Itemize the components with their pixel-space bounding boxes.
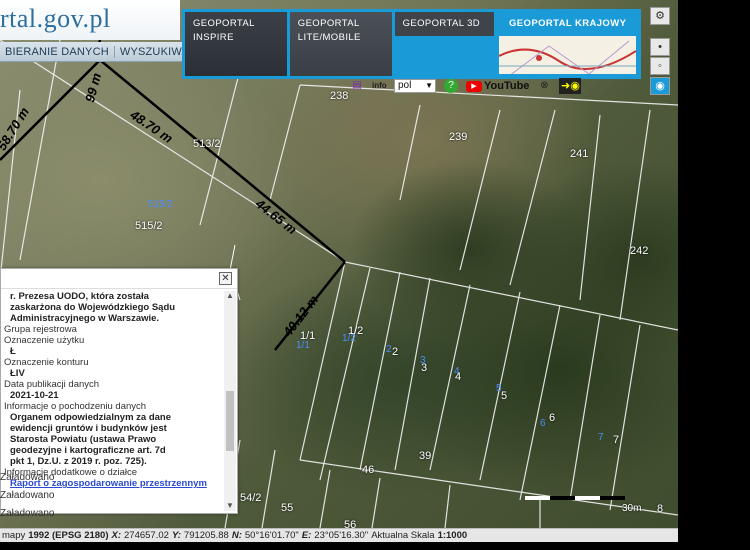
- tab-label: GEOPORTAL 3D: [402, 18, 481, 29]
- popup-line: Ł: [10, 346, 16, 357]
- parcel-number-blue: 5: [496, 383, 502, 394]
- print-icon[interactable]: ▤: [350, 79, 364, 93]
- parcel-number: 39: [419, 450, 432, 462]
- tab-geoportal-lite[interactable]: GEOPORTAL LITE/MOBILE: [289, 12, 392, 76]
- status-prefix: mapy: [2, 530, 26, 541]
- right-panel: [678, 0, 750, 550]
- status-bar: mapy 1992 (EPSG 2180) X: 274657.02 Y: 79…: [0, 528, 678, 542]
- popup-line: ewidencji gruntów i budynków jest: [10, 423, 167, 434]
- minimap-thumbnail: [499, 36, 636, 74]
- parcel-number: 239: [449, 131, 468, 143]
- tab-label: GEOPORTAL: [297, 18, 360, 29]
- loading-status: Załadowano: [0, 490, 55, 501]
- zoom-dot-icon[interactable]: •: [650, 38, 670, 56]
- language-value: pol: [398, 80, 412, 91]
- status-crs: 1992 (EPSG 2180): [28, 530, 109, 541]
- parcel-number: 8: [657, 503, 664, 515]
- youtube-play-icon: ▶: [466, 80, 482, 92]
- scale-label: Aktualna Skala: [371, 530, 435, 541]
- tab-label: LITE/MOBILE: [297, 32, 361, 43]
- parcel-number-blue: 6: [540, 418, 546, 429]
- youtube-link[interactable]: ▶ YouTube: [466, 80, 529, 92]
- popup-scrollbar[interactable]: ▲ ▼: [224, 291, 236, 511]
- site-logo[interactable]: rtal.gov.pl: [0, 0, 180, 40]
- scale-bar: [525, 496, 625, 500]
- parcel-number: 55: [281, 502, 294, 514]
- parcel-number: 46: [362, 464, 375, 476]
- parcel-number-blue: 1/1: [296, 340, 310, 351]
- popup-line: pkt 1, Dz.U. z 2019 r. poz. 725).: [10, 456, 147, 467]
- menu-item-data-download[interactable]: BIERANIE DANYCH: [0, 45, 115, 58]
- parcel-number: 242: [630, 245, 649, 257]
- loading-status: Załadowano: [0, 508, 55, 519]
- zoom-dot-icon[interactable]: ◦: [650, 57, 670, 75]
- menu-item-search[interactable]: WYSZUKIWANI: [115, 46, 183, 58]
- parcel-number: 56: [344, 519, 357, 528]
- popup-line: Organem odpowiedzialnym za dane: [10, 412, 172, 423]
- parcel-number: 241: [570, 148, 589, 160]
- toolbar: ▤ info pol ▼ ? ▶ YouTube ⊗ ➜◉: [330, 76, 645, 96]
- popup-line: ŁIV: [10, 368, 25, 379]
- popup-line: zaskarżona do Wojewódzkiego Sądu: [10, 302, 176, 313]
- popup-line: Informacje o pochodzeniu danych: [4, 401, 147, 412]
- popup-line: Administracyjnego w Warszawie.: [10, 313, 160, 324]
- tab-label: GEOPORTAL: [193, 18, 255, 29]
- tab-label: GEOPORTAL KRAJOWY: [509, 18, 627, 29]
- parcel-number: 7: [613, 434, 620, 446]
- contrast-eye-icon[interactable]: ➜◉: [559, 78, 582, 94]
- n-label: N:: [231, 530, 242, 541]
- tab-geoportal-inspire[interactable]: GEOPORTAL INSPIRE: [185, 12, 287, 76]
- parcel-number: 513/2: [193, 138, 221, 150]
- scroll-down-icon[interactable]: ▼: [224, 501, 236, 511]
- youtube-label: YouTube: [484, 80, 530, 92]
- parcel-number-blue: 3: [420, 355, 426, 366]
- parcel-number: 54/2: [240, 492, 262, 504]
- popup-line: Grupa rejestrowa: [4, 324, 77, 335]
- tab-label: INSPIRE: [193, 32, 234, 43]
- e-label: E:: [301, 530, 312, 541]
- accessibility-icon[interactable]: ⊗: [537, 79, 551, 93]
- parcel-number-blue: 1/2: [342, 333, 356, 344]
- help-icon[interactable]: ?: [444, 79, 458, 93]
- scrollbar-thumb[interactable]: [226, 391, 234, 451]
- popup-line: geodezyjne i kartograficzne art. 7d: [10, 445, 166, 456]
- popup-line: r. Prezesa UODO, która została: [10, 291, 149, 302]
- logo-text: rtal.gov.pl: [0, 4, 111, 33]
- top-menu: BIERANIE DANYCH WYSZUKIWANI: [0, 42, 183, 62]
- popup-line: Oznaczenie użytku: [4, 335, 85, 346]
- parcel-number: 515/2: [135, 220, 163, 232]
- popup-header: ✕: [1, 269, 237, 289]
- parcel-number-blue: 2: [386, 344, 392, 355]
- parcel-number: 6: [549, 412, 556, 424]
- close-icon[interactable]: ✕: [219, 272, 232, 285]
- parcel-number: 2: [392, 346, 399, 358]
- y-label: Y:: [171, 530, 181, 541]
- tab-geoportal-3d[interactable]: GEOPORTAL 3D: [394, 12, 495, 36]
- x-label: X:: [111, 530, 122, 541]
- popup-line: Oznaczenie konturu: [4, 357, 89, 368]
- x-coordinate: 274657.02: [124, 530, 169, 541]
- scale-bar-label: 30m: [622, 503, 642, 514]
- scale-value: 1:1000: [437, 530, 468, 541]
- tab-geoportal-krajowy[interactable]: GEOPORTAL KRAJOWY: [497, 12, 638, 76]
- latitude: 50°16'01.70": [244, 530, 299, 541]
- eye-toggle-icon[interactable]: ◉: [650, 77, 670, 95]
- chevron-down-icon: ▼: [425, 81, 433, 90]
- popup-line: Data publikacji danych: [4, 379, 100, 390]
- longitude: 23°05'16.30": [314, 530, 369, 541]
- y-coordinate: 791205.88: [183, 530, 229, 541]
- popup-line: 2021-10-21: [10, 390, 59, 401]
- parcel-number-blue: 515/2: [148, 199, 174, 210]
- info-icon[interactable]: info: [372, 79, 387, 93]
- language-select[interactable]: pol ▼: [394, 79, 436, 93]
- scroll-up-icon[interactable]: ▲: [224, 291, 236, 301]
- geoportal-tabs: GEOPORTAL INSPIRE GEOPORTAL LITE/MOBILE …: [182, 9, 641, 79]
- parcel-number-blue: 4: [454, 366, 460, 377]
- settings-icon[interactable]: ⚙: [650, 7, 670, 25]
- popup-line: Starosta Powiatu (ustawa Prawo: [10, 434, 157, 445]
- loading-status: Załadowano: [0, 472, 55, 483]
- parcel-number-blue: 7: [598, 432, 604, 443]
